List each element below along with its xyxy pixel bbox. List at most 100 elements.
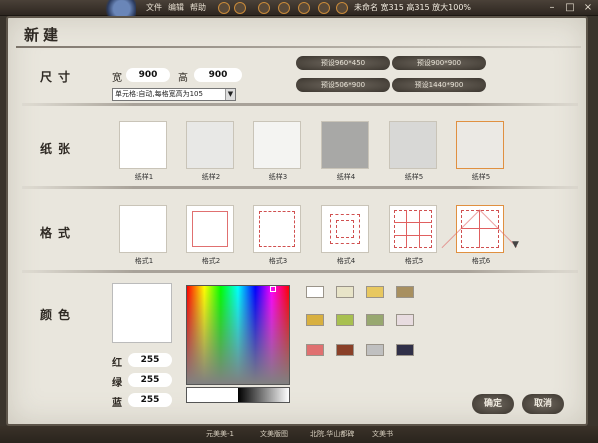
red-input[interactable]: 255 (128, 353, 172, 367)
format-label: 格式5 (404, 257, 424, 265)
paper-label: 纸样5 (404, 173, 424, 181)
blue-input[interactable]: 255 (128, 393, 172, 407)
cell-size-select-value: 单元格:自动,每格宽高为105 (115, 90, 203, 98)
taskbar-item[interactable]: 文美版图 (260, 428, 288, 440)
close-icon[interactable]: × (580, 1, 596, 15)
format-item-5[interactable]: 格式5 (389, 205, 439, 266)
preset-color-chip[interactable] (396, 344, 414, 356)
brightness-slider[interactable] (186, 387, 290, 403)
app-logo (100, 0, 136, 16)
paper-thumbnail (389, 121, 437, 169)
height-input[interactable]: 900 (194, 68, 242, 82)
format-thumbnail (441, 205, 518, 253)
red-label: 红 (112, 358, 122, 369)
format-item-4[interactable]: 格式4 (321, 205, 371, 266)
color-spectrum-picker[interactable] (186, 285, 290, 385)
taskbar-item[interactable]: 北院.华山都碑 (310, 428, 354, 440)
paper-label: 纸样1 (134, 173, 154, 181)
dialog-title: 新建 (24, 26, 63, 44)
more-formats-icon[interactable]: ▼ (512, 240, 519, 250)
preset-color-chip[interactable] (336, 344, 354, 356)
redo-icon[interactable] (336, 2, 348, 14)
paper-label: 纸样3 (268, 173, 288, 181)
paper-thumbnail (186, 121, 234, 169)
format-label: 格式2 (201, 257, 221, 265)
preset-color-chip[interactable] (366, 286, 384, 298)
format-label: 格式4 (336, 257, 356, 265)
paper-section-label: 纸张 (40, 142, 77, 156)
preset-960x450-button[interactable]: 预设960*450 (296, 56, 390, 70)
move-tool-icon[interactable] (258, 2, 270, 14)
spectrum-cursor[interactable] (270, 286, 276, 292)
menu-file[interactable]: 文件 (146, 2, 162, 14)
maximize-icon[interactable]: □ (562, 1, 578, 15)
section-divider (22, 103, 578, 106)
format-section-label: 格式 (40, 226, 77, 240)
format-item-6[interactable]: 格式6 (441, 205, 518, 266)
format-thumbnail (186, 205, 234, 253)
menu-help[interactable]: 帮助 (190, 2, 206, 14)
color-preview-swatch (112, 283, 172, 343)
preset-color-chip[interactable] (336, 286, 354, 298)
format-label: 格式3 (268, 257, 288, 265)
title-divider (16, 46, 581, 48)
format-item-1[interactable]: 格式1 (119, 205, 169, 266)
preset-color-chip[interactable] (306, 286, 324, 298)
preset-color-chip[interactable] (396, 286, 414, 298)
preset-506x900-button[interactable]: 预设506*900 (296, 78, 390, 92)
preset-color-chip[interactable] (306, 314, 324, 326)
paper-label: 纸样4 (336, 173, 356, 181)
minimize-icon[interactable]: – (544, 1, 560, 15)
height-label: 高 (178, 73, 188, 84)
preset-color-chip[interactable] (366, 314, 384, 326)
zoom-tool-icon[interactable] (298, 2, 310, 14)
blue-label: 蓝 (112, 398, 122, 409)
paper-item-3[interactable]: 纸样3 (253, 121, 303, 182)
paper-label: 纸样2 (201, 173, 221, 181)
format-thumbnail (253, 205, 301, 253)
paper-item-2[interactable]: 纸样2 (186, 121, 236, 182)
ok-button[interactable]: 确定 (472, 394, 514, 414)
paper-item-1[interactable]: 纸样1 (119, 121, 169, 182)
paper-thumbnail (253, 121, 301, 169)
paper-item-6[interactable]: 纸样5 (456, 121, 506, 182)
paper-item-5[interactable]: 纸样5 (389, 121, 439, 182)
taskbar-item[interactable]: 元美美-1 (206, 428, 234, 440)
taskbar-item[interactable]: 文美书 (372, 428, 393, 440)
new-document-dialog: 新建 尺寸 宽 900 高 900 单元格:自动,每格宽高为105 ▼ 预设96… (6, 16, 588, 426)
section-divider (22, 186, 578, 189)
cell-size-select[interactable]: 单元格:自动,每格宽高为105 ▼ (112, 88, 236, 101)
width-label: 宽 (112, 73, 122, 84)
undo-icon[interactable] (318, 2, 330, 14)
green-label: 绿 (112, 378, 122, 389)
preset-1440x900-button[interactable]: 预设1440*900 (392, 78, 486, 92)
brush-tool-icon[interactable] (218, 2, 230, 14)
preset-color-chip[interactable] (306, 344, 324, 356)
preset-color-chip[interactable] (366, 344, 384, 356)
document-status: 未命名 宽315 高315 放大100% (354, 3, 472, 12)
cancel-button[interactable]: 取消 (522, 394, 564, 414)
preset-900x900-button[interactable]: 预设900*900 (392, 56, 486, 70)
format-thumbnail (119, 205, 167, 253)
format-label: 格式6 (471, 257, 491, 265)
size-section-label: 尺寸 (40, 70, 77, 84)
color-section-label: 颜色 (40, 308, 77, 322)
width-input[interactable]: 900 (126, 68, 170, 82)
eraser-tool-icon[interactable] (234, 2, 246, 14)
chevron-down-icon[interactable]: ▼ (225, 89, 235, 100)
preset-color-chip[interactable] (396, 314, 414, 326)
format-thumbnail (321, 205, 369, 253)
green-input[interactable]: 255 (128, 373, 172, 387)
preset-color-chip[interactable] (336, 314, 354, 326)
format-item-3[interactable]: 格式3 (253, 205, 303, 266)
format-label: 格式1 (134, 257, 154, 265)
menu-edit[interactable]: 编辑 (168, 2, 184, 14)
paper-thumbnail (456, 121, 504, 169)
section-divider (22, 270, 578, 273)
paper-thumbnail (119, 121, 167, 169)
paper-item-4[interactable]: 纸样4 (321, 121, 371, 182)
paper-thumbnail (321, 121, 369, 169)
taskbar: 元美美-1 文美版图 北院.华山都碑 文美书 (0, 426, 598, 443)
rotate-tool-icon[interactable] (278, 2, 290, 14)
format-item-2[interactable]: 格式2 (186, 205, 236, 266)
